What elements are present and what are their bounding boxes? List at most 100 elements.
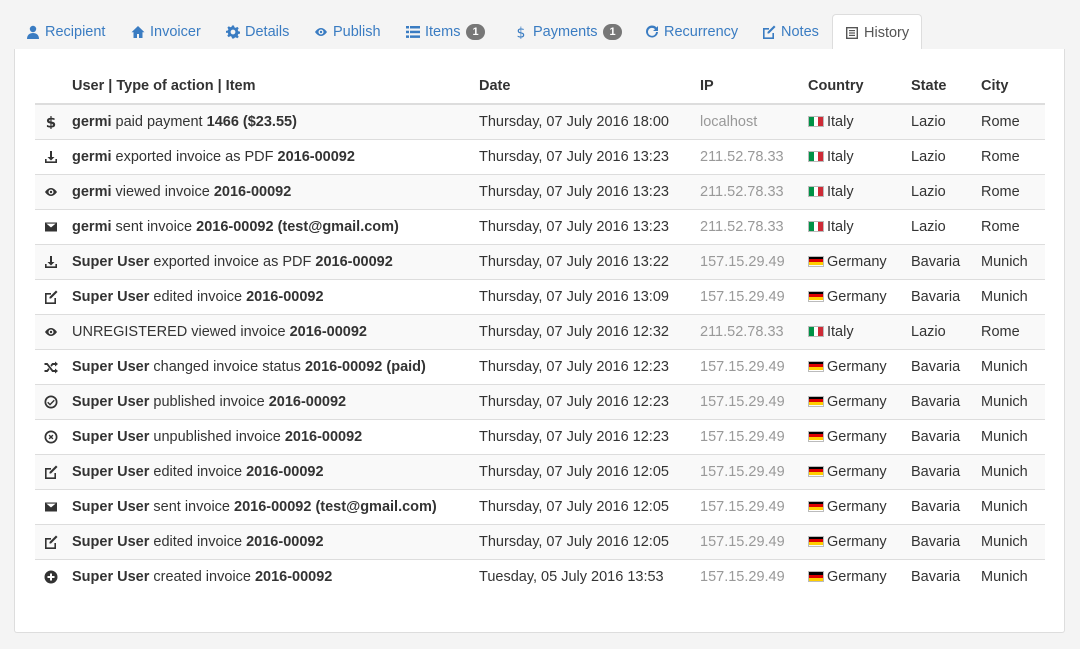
country-name: Germany [827, 428, 887, 445]
tab-invoicer[interactable]: Invoicer [119, 14, 213, 50]
ip-cell: 211.52.78.33 [694, 313, 802, 349]
table-header-row: User | Type of action | Item Date IP Cou… [35, 69, 1045, 105]
country-name: Italy [827, 113, 854, 130]
germany-flag-icon [808, 535, 824, 547]
edit-icon [44, 290, 57, 304]
user-name: Super User [72, 393, 150, 410]
user-name: germi [72, 218, 112, 235]
city-cell: Rome [975, 313, 1045, 349]
germany-flag-icon [808, 430, 824, 442]
country-cell: Italy [802, 104, 905, 139]
city-cell: Munich [975, 243, 1045, 279]
action-text: published invoice [149, 393, 269, 410]
action-text: exported invoice as PDF [111, 148, 278, 165]
tab-recipient[interactable]: Recipient [14, 14, 117, 50]
item-ref: 2016-00092 [289, 323, 367, 340]
action-type-cell [35, 313, 66, 349]
date-cell: Thursday, 07 July 2016 12:05 [473, 488, 694, 524]
tab-notes[interactable]: Notes [750, 14, 831, 50]
action-type-cell [35, 138, 66, 174]
header-state: State [905, 69, 975, 105]
country-cell: Italy [802, 138, 905, 174]
country-name: Germany [827, 253, 887, 270]
city-cell: Munich [975, 523, 1045, 559]
shuffle-icon [44, 361, 58, 374]
item-ref: 2016-00092 [213, 183, 292, 200]
germany-flag-icon [808, 570, 824, 582]
check-circle-icon [44, 395, 57, 409]
tab-history[interactable]: History [832, 14, 923, 51]
user-name: germi [72, 183, 112, 200]
eye-icon [44, 327, 57, 336]
header-action: User | Type of action | Item [66, 69, 473, 105]
table-row: UNREGISTERED viewed invoice 2016-00092 Th… [35, 313, 1045, 349]
table-row: Super User created invoice 2016-00092 Tue… [35, 558, 1045, 594]
ip-cell: localhost [694, 104, 802, 139]
eye-icon [44, 187, 57, 196]
user-name: Super User [72, 568, 150, 585]
city-cell: Rome [975, 208, 1045, 244]
item-ref: 2016-00092 [254, 568, 333, 585]
eye-icon [315, 28, 327, 36]
header-icon [35, 69, 66, 105]
state-cell: Lazio [905, 208, 975, 244]
action-type-cell [35, 383, 66, 419]
ip-cell: 211.52.78.33 [694, 173, 802, 209]
date-cell: Thursday, 07 July 2016 12:23 [473, 348, 694, 384]
country-name: Italy [827, 183, 854, 200]
country-name: Germany [827, 358, 887, 375]
tab-recurrency[interactable]: Recurrency [633, 14, 750, 50]
italy-flag-icon [808, 220, 824, 232]
tab-details[interactable]: Details [214, 14, 301, 50]
action-type-cell [35, 348, 66, 384]
edit-icon [44, 535, 57, 549]
country-name: Germany [827, 568, 887, 585]
action-cell: Super User exported invoice as PDF 2016-… [66, 243, 473, 279]
country-cell: Germany [802, 453, 905, 489]
italy-flag-icon [808, 185, 824, 197]
action-cell: germi viewed invoice 2016-00092 [66, 173, 473, 209]
gear-icon [226, 25, 240, 39]
action-cell: germi paid payment 1466 ($23.55) [66, 104, 473, 139]
user-name: Super User [72, 533, 150, 550]
germany-flag-icon [808, 500, 824, 512]
tab-publish[interactable]: Publish [302, 14, 393, 50]
state-cell: Bavaria [905, 523, 975, 559]
action-cell: Super User sent invoice 2016-00092 (test… [66, 488, 473, 524]
ip-cell: 157.15.29.49 [694, 488, 802, 524]
action-cell: germi sent invoice 2016-00092 (test@gmai… [66, 208, 473, 244]
country-cell: Germany [802, 558, 905, 594]
item-ref: 2016-00092 [284, 428, 363, 445]
date-cell: Thursday, 07 July 2016 12:23 [473, 383, 694, 419]
ip-cell: 157.15.29.49 [694, 383, 802, 419]
tab-payments[interactable]: $ Payments 1 [502, 14, 634, 50]
date-cell: Thursday, 07 July 2016 13:23 [473, 138, 694, 174]
city-cell: Rome [975, 173, 1045, 209]
action-cell: UNREGISTERED viewed invoice 2016-00092 [66, 313, 473, 349]
action-text: unpublished invoice [149, 428, 285, 445]
germany-flag-icon [808, 395, 824, 407]
tab-items[interactable]: Items 1 [394, 14, 497, 50]
ip-cell: 157.15.29.49 [694, 453, 802, 489]
action-text: sent invoice [111, 218, 197, 235]
history-panel: User | Type of action | Item Date IP Cou… [14, 49, 1065, 633]
action-type-cell: $ [35, 104, 66, 139]
country-cell: Germany [802, 488, 905, 524]
history-table: User | Type of action | Item Date IP Cou… [35, 69, 1045, 594]
country-cell: Italy [802, 208, 905, 244]
user-name: Super User [72, 498, 150, 515]
date-cell: Thursday, 07 July 2016 12:05 [473, 453, 694, 489]
user-icon [27, 25, 39, 39]
list-icon [406, 26, 420, 38]
ip-cell: 157.15.29.49 [694, 243, 802, 279]
country-name: Germany [827, 393, 887, 410]
table-row: Super User edited invoice 2016-00092 Thur… [35, 453, 1045, 489]
action-cell: Super User edited invoice 2016-00092 [66, 278, 473, 314]
item-ref: 2016-00092 [277, 148, 355, 165]
item-ref: 2016-00092 [268, 393, 347, 410]
action-type-cell [35, 208, 66, 244]
item-ref: 2016-00092 [315, 253, 393, 270]
x-circle-icon [44, 430, 57, 444]
envelope-icon [44, 502, 57, 512]
table-row: germi exported invoice as PDF 2016-00092… [35, 138, 1045, 174]
